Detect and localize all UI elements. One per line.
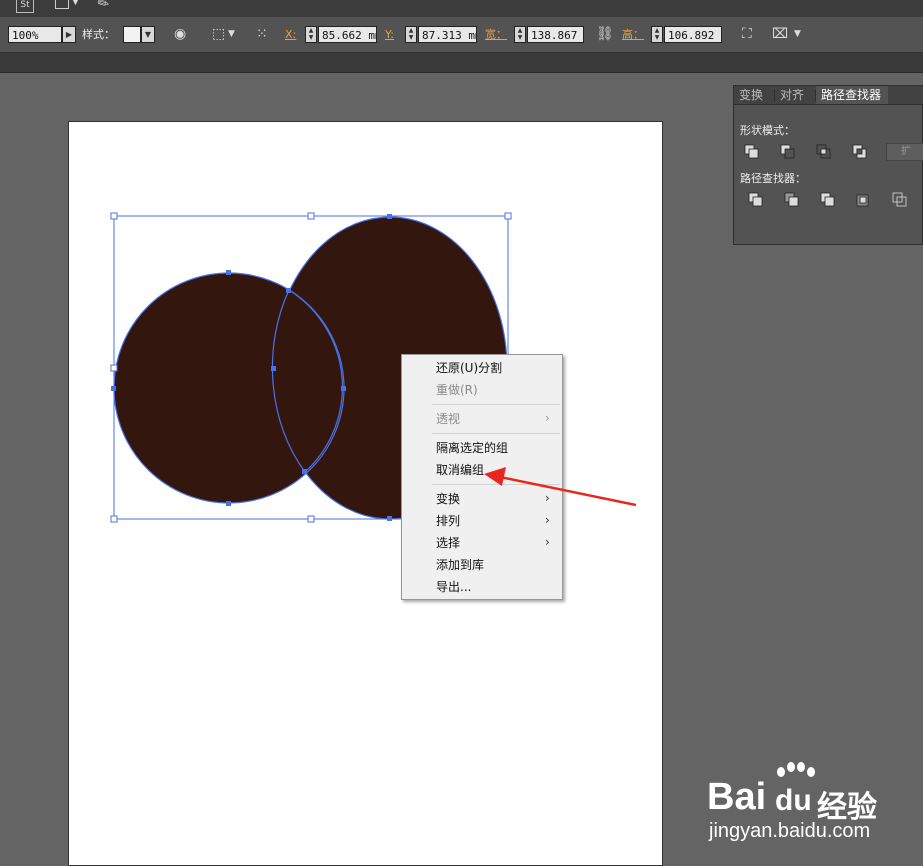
watermark-brand: Bai — [707, 776, 767, 818]
annotation-arrow — [484, 467, 637, 507]
watermark-paw-text: du — [775, 784, 812, 817]
baidu-watermark: Bai du 经验 jingyan.baidu.com — [705, 758, 915, 848]
watermark-url: jingyan.baidu.com — [709, 820, 871, 842]
